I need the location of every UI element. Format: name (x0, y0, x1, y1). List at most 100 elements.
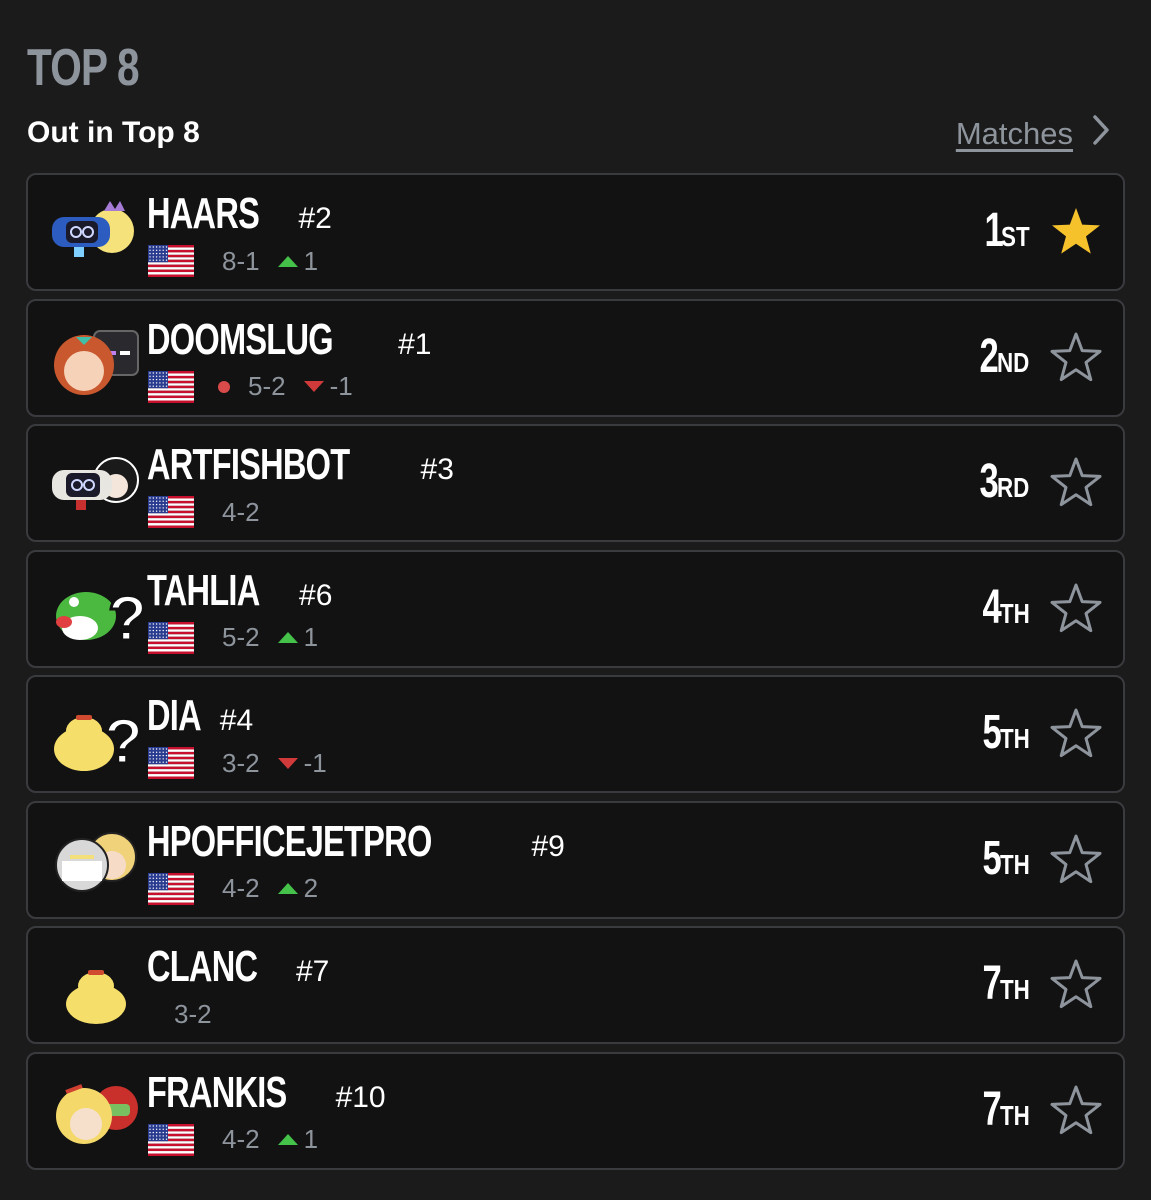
player-meta: 3-2 -1 (148, 745, 327, 781)
placement-number: 7 (982, 957, 1002, 1010)
player-row[interactable]: ? DIA #4 3-2 -1 5 TH (26, 675, 1125, 793)
seed-change-value: 1 (303, 1124, 319, 1154)
isabelle-icon (46, 942, 144, 1032)
player-name[interactable]: DOOMSLUG #1 (147, 315, 431, 365)
player-record: 4-2 (222, 873, 260, 903)
star-outline-icon[interactable] (1049, 958, 1103, 1012)
arrow-up-icon (277, 632, 298, 643)
player-record: 8-1 (222, 245, 260, 276)
section-title: TOP 8 (27, 39, 140, 97)
svg-text:?: ? (108, 582, 144, 654)
player-seed: #7 (295, 955, 330, 988)
placement-suffix: TH (999, 1099, 1030, 1131)
player-record: 3-2 (222, 747, 260, 778)
player-tag[interactable]: DIA (147, 691, 202, 741)
seed-change: -1 (303, 371, 353, 402)
player-row[interactable]: HPOFFICEJETPRO #9 4-2 2 5 TH (26, 800, 1125, 919)
placement-suffix: TH (999, 974, 1030, 1005)
placement: 4 TH (975, 580, 1037, 635)
matches-link[interactable]: Matches (956, 114, 1111, 154)
player-name[interactable]: HPOFFICEJETPRO #9 (147, 817, 565, 867)
isabelle-random-icon: ? (46, 691, 145, 781)
us-flag-icon (148, 872, 194, 905)
player-seed: #9 (531, 829, 565, 863)
placement-number: 4 (982, 580, 1002, 634)
player-tag[interactable]: HPOFFICEJETPRO (147, 817, 432, 867)
placement-number: 7 (982, 1082, 1002, 1136)
seed-change: 2 (277, 873, 319, 904)
player-seed: #4 (219, 704, 254, 737)
player-list: HAARS #2 8-1 1 1 ST DOOMSLUG #1 5-2 -1 2N (26, 173, 1125, 1177)
seed-change-value: -1 (329, 371, 353, 401)
robot-joker-icon (46, 440, 144, 530)
player-record: 5-2 (248, 371, 286, 401)
chevron-right-icon[interactable] (1091, 114, 1111, 154)
seed-change-value: 1 (303, 245, 319, 276)
player-seed: #6 (299, 578, 333, 612)
player-name[interactable]: DIA #4 (147, 691, 253, 741)
placement: 3 RD (972, 454, 1037, 509)
player-row[interactable]: CLANC #7 3-2 7 TH (26, 926, 1125, 1044)
placement-suffix: ST (1001, 221, 1030, 252)
player-tag[interactable]: ARTFISHBOT (147, 440, 350, 490)
us-flag-icon (148, 1123, 194, 1156)
star-outline-icon[interactable] (1049, 456, 1103, 510)
player-tag[interactable]: HAARS (147, 189, 260, 239)
seed-change: 1 (277, 622, 319, 653)
player-meta: 3-2 (174, 996, 230, 1032)
matches-link-label[interactable]: Matches (956, 116, 1073, 152)
star-outline-icon[interactable] (1049, 582, 1103, 636)
arrow-up-icon (277, 255, 298, 267)
star-outline-icon[interactable] (1049, 707, 1103, 761)
player-meta: 4-2 2 (148, 871, 318, 907)
placement: 7 TH (975, 1082, 1037, 1137)
player-tag[interactable]: TAHLIA (147, 566, 260, 616)
player-name[interactable]: HAARS #2 (147, 189, 332, 239)
star-outline-icon[interactable] (1049, 331, 1103, 385)
player-record: 4-2 (222, 496, 260, 527)
player-meta: 5-2 -1 (148, 369, 353, 405)
us-flag-icon (148, 496, 194, 528)
placement-suffix: ND (996, 346, 1029, 378)
arrow-down-icon (303, 381, 324, 392)
live-dot (218, 380, 230, 393)
seed-change-value: 1 (303, 622, 319, 652)
player-name[interactable]: CLANC #7 (147, 942, 329, 992)
seed-change-value: 2 (303, 873, 319, 903)
star-outline-icon[interactable] (1049, 833, 1103, 887)
placement-suffix: TH (999, 848, 1030, 880)
player-row[interactable]: ARTFISHBOT #3 4-2 3 RD (26, 424, 1125, 542)
placement-number: 2 (979, 329, 999, 383)
player-tag[interactable]: CLANC (147, 942, 258, 992)
star-outline-icon[interactable] (1049, 1084, 1103, 1138)
us-flag-icon (148, 245, 194, 277)
player-record: 3-2 (174, 998, 212, 1029)
robot-peach-icon (46, 189, 144, 279)
player-name[interactable]: TAHLIA #6 (147, 566, 332, 616)
placement-suffix: TH (999, 597, 1030, 629)
player-record: 5-2 (222, 622, 260, 652)
placement: 2 ND (972, 329, 1037, 384)
player-seed: #1 (398, 327, 432, 361)
player-row[interactable]: ? TAHLIA #6 5-2 1 4 TH (26, 549, 1125, 668)
player-name[interactable]: ARTFISHBOT #3 (147, 440, 454, 490)
player-row[interactable]: DOOMSLUG #1 5-2 -1 2 ND (26, 298, 1125, 417)
us-flag-icon (148, 370, 194, 403)
placement-number: 5 (982, 831, 1002, 885)
player-row[interactable]: FRANKIS #10 4-2 1 7 TH (26, 1051, 1125, 1170)
svg-text:?: ? (104, 705, 143, 777)
us-flag-icon (148, 621, 194, 654)
player-name[interactable]: FRANKIS #10 (147, 1068, 386, 1118)
player-meta: 8-1 1 (148, 243, 318, 279)
player-tag[interactable]: FRANKIS (147, 1068, 287, 1118)
player-meta: 5-2 1 (148, 620, 318, 656)
player-seed: #2 (298, 202, 332, 235)
seed-change-value: -1 (303, 747, 327, 778)
star-filled-icon[interactable] (1049, 205, 1103, 259)
seed-change: 1 (277, 245, 319, 277)
placement: 7 TH (975, 956, 1037, 1011)
player-row[interactable]: HAARS #2 8-1 1 1 ST (26, 173, 1125, 291)
player-tag[interactable]: DOOMSLUG (147, 315, 334, 365)
placement: 1 ST (977, 203, 1037, 258)
player-meta: 4-2 1 (148, 1122, 318, 1158)
